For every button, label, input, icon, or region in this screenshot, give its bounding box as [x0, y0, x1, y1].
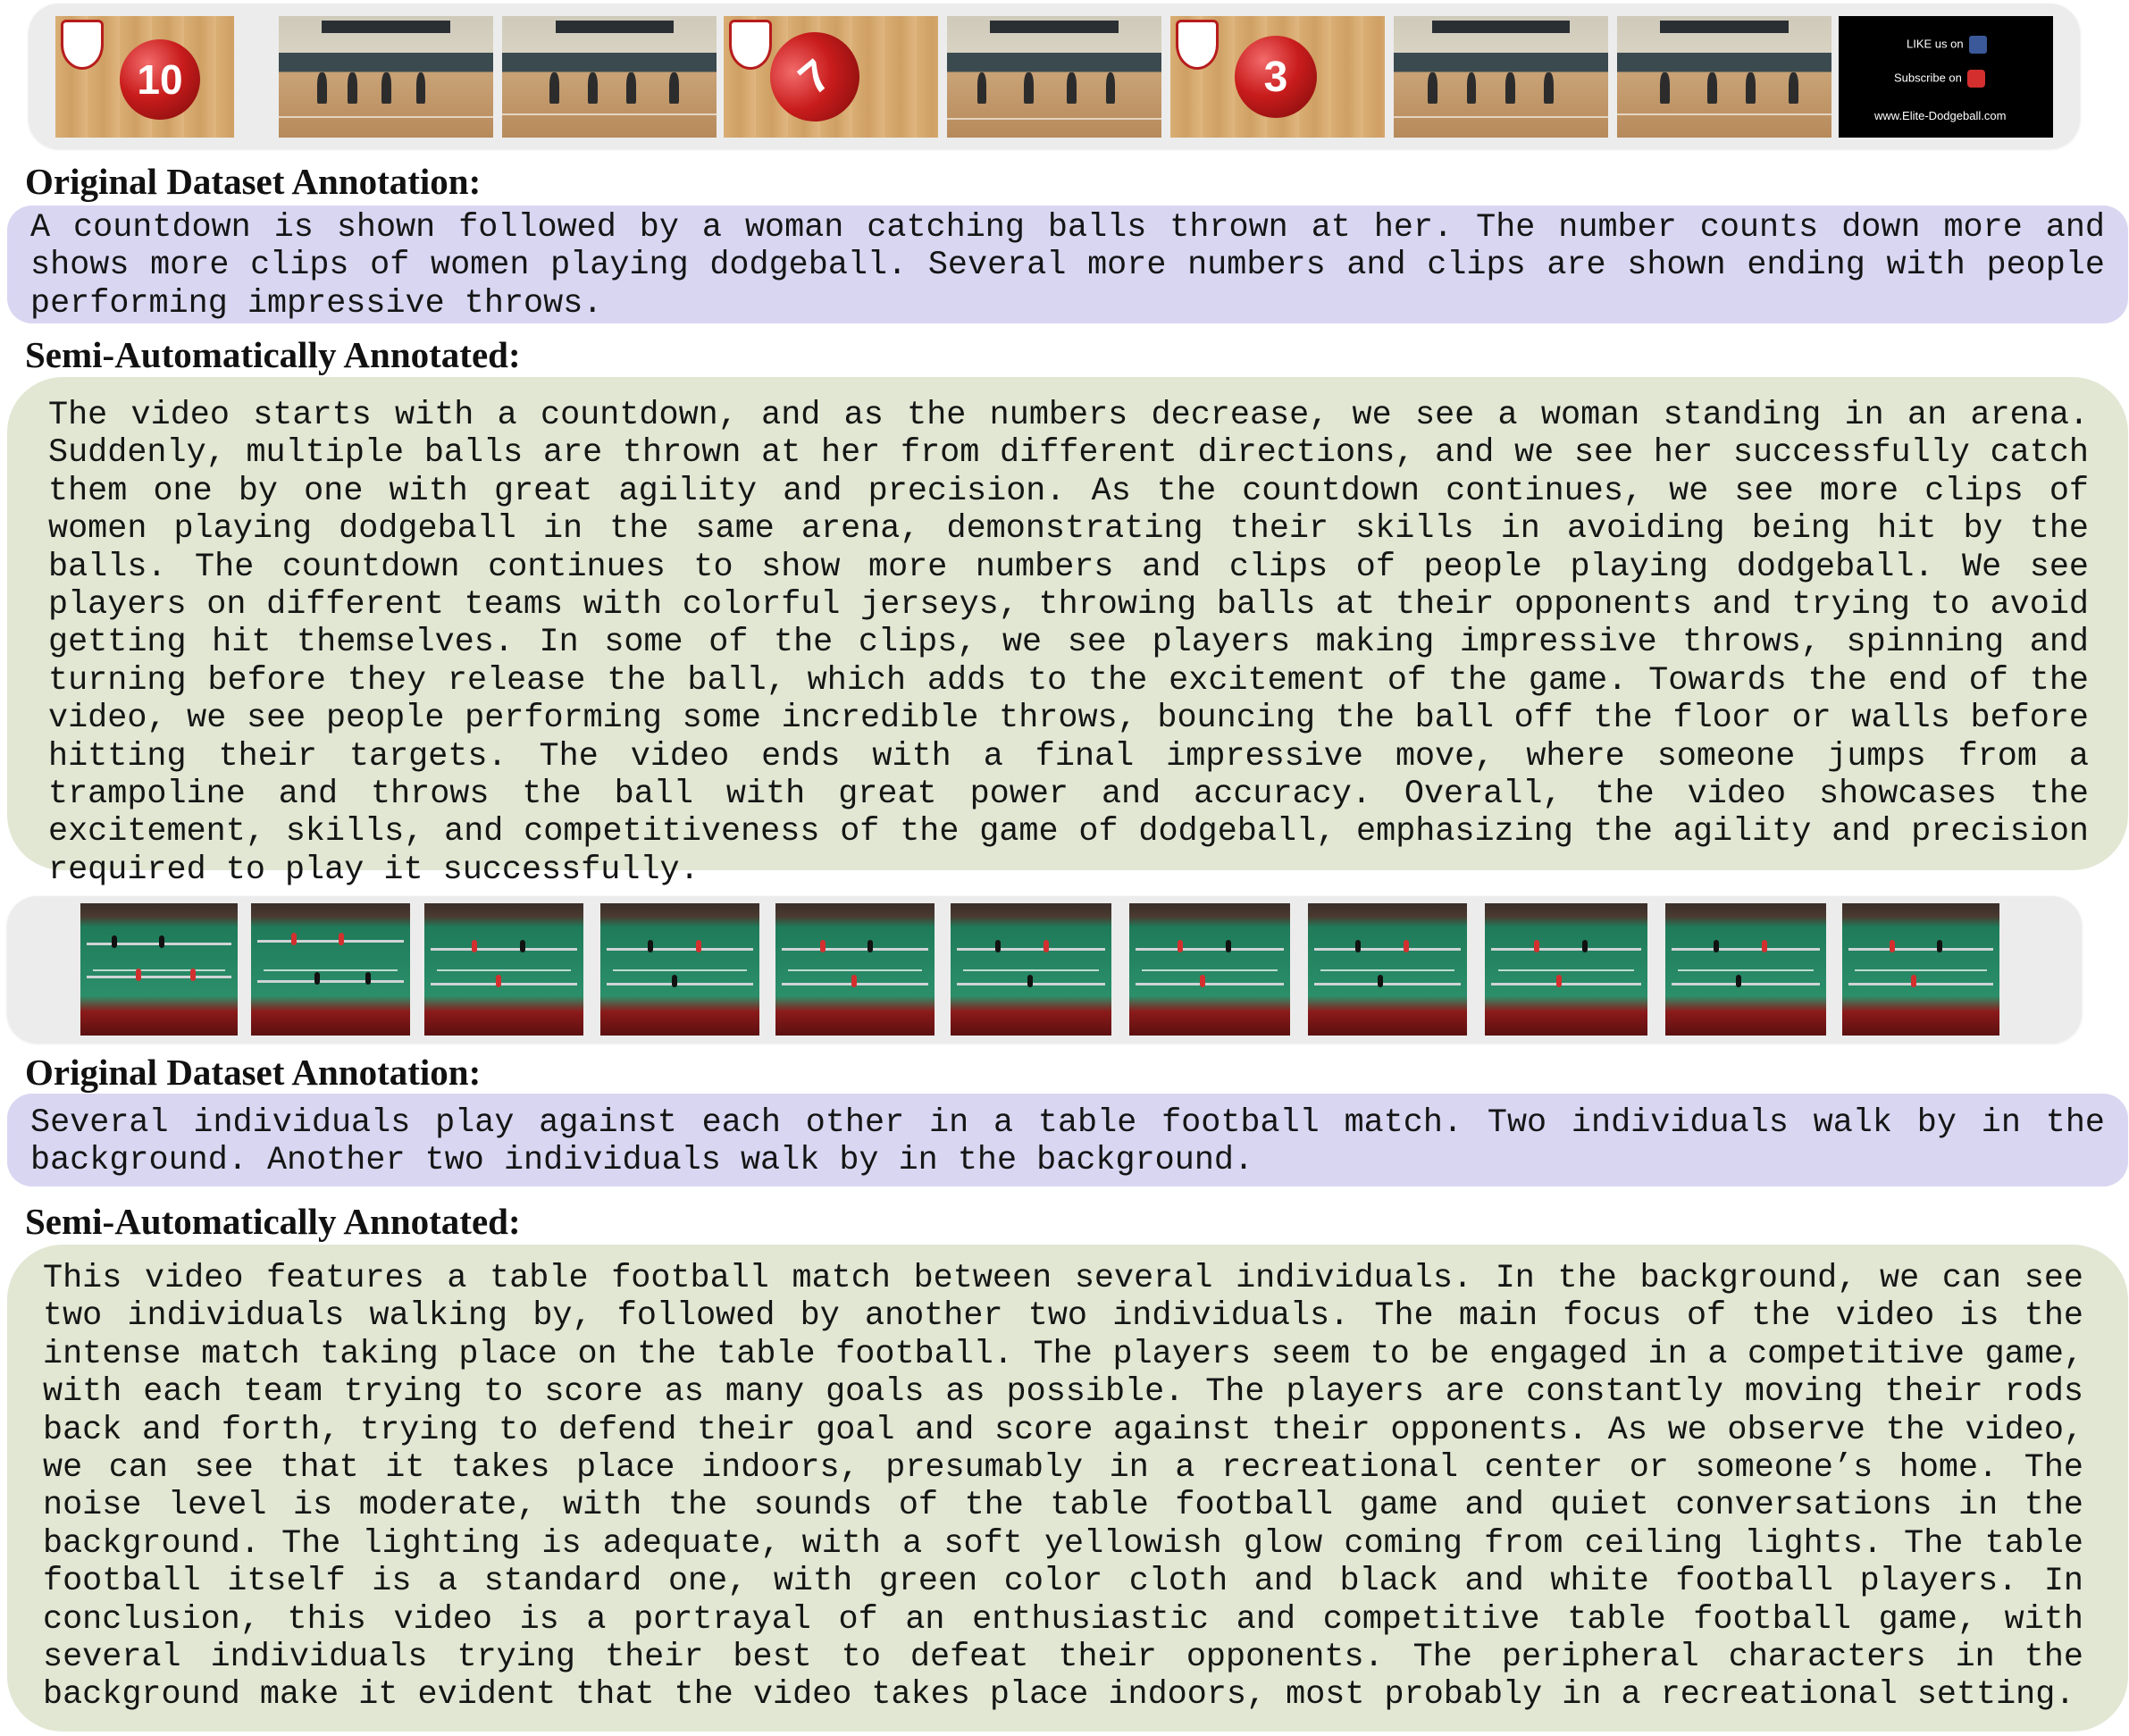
semi-annotation-text: The video starts with a countdown, and a…	[48, 397, 2089, 889]
foosball-frame	[251, 903, 410, 1036]
countdown-ball: 3	[1235, 36, 1317, 118]
original-annotation-box: Several individuals play against each ot…	[7, 1094, 2128, 1187]
team-logo-icon	[61, 20, 104, 70]
original-annotation-text: A countdown is shown followed by a woman…	[30, 209, 2105, 323]
original-annotation-box: A countdown is shown followed by a woman…	[7, 205, 2128, 323]
foosball-frame	[951, 903, 1111, 1036]
countdown-frame: 7	[724, 16, 938, 138]
original-annotation-heading: Original Dataset Annotation:	[25, 161, 482, 202]
foosball-frame	[775, 903, 935, 1036]
semi-annotation-box: The video starts with a countdown, and a…	[7, 377, 2128, 889]
foosball-frame	[1129, 903, 1290, 1036]
foosball-frame	[1665, 903, 1826, 1036]
gym-frame	[279, 16, 493, 138]
semi-annotation-text: This video features a table football mat…	[43, 1260, 2083, 1715]
semi-annotation-box: This video features a table football mat…	[7, 1245, 2128, 1732]
subscribe-line: Subscribe on	[1894, 70, 1985, 88]
foosball-frame	[424, 903, 583, 1036]
subscribe-label: Subscribe on	[1894, 71, 1962, 85]
team-logo-icon	[1176, 20, 1219, 70]
original-annotation-text: Several individuals play against each ot…	[30, 1104, 2105, 1180]
like-line: LIKE us on	[1907, 36, 1987, 54]
video-frame-strip-2	[7, 896, 2082, 1043]
foosball-frame	[80, 903, 238, 1036]
semi-annotation-heading: Semi-Automatically Annotated:	[25, 1201, 521, 1242]
youtube-icon	[1966, 70, 1985, 88]
gym-frame	[502, 16, 717, 138]
countdown-ball: 10	[120, 39, 200, 120]
foosball-frame	[600, 903, 759, 1036]
foosball-frame	[1485, 903, 1647, 1036]
countdown-frame: 3	[1170, 16, 1385, 138]
like-label: LIKE us on	[1907, 37, 1964, 51]
gym-frame	[1617, 16, 1831, 138]
foosball-frame	[1308, 903, 1467, 1036]
foosball-frame	[1842, 903, 1999, 1036]
gym-frame	[1394, 16, 1608, 138]
video-frame-strip-1: 10 7 3 LIKE us on Subscribe on www.Elite…	[29, 4, 2080, 148]
website-url: www.Elite-Dodgeball.com	[1874, 109, 2007, 122]
countdown-frame: 10	[55, 16, 234, 138]
original-annotation-heading: Original Dataset Annotation:	[25, 1052, 482, 1093]
team-logo-icon	[729, 20, 772, 70]
end-card-frame: LIKE us on Subscribe on www.Elite-Dodgeb…	[1839, 16, 2053, 138]
gym-frame	[947, 16, 1161, 138]
semi-annotation-heading: Semi-Automatically Annotated:	[25, 334, 521, 375]
facebook-icon	[1968, 36, 1987, 54]
